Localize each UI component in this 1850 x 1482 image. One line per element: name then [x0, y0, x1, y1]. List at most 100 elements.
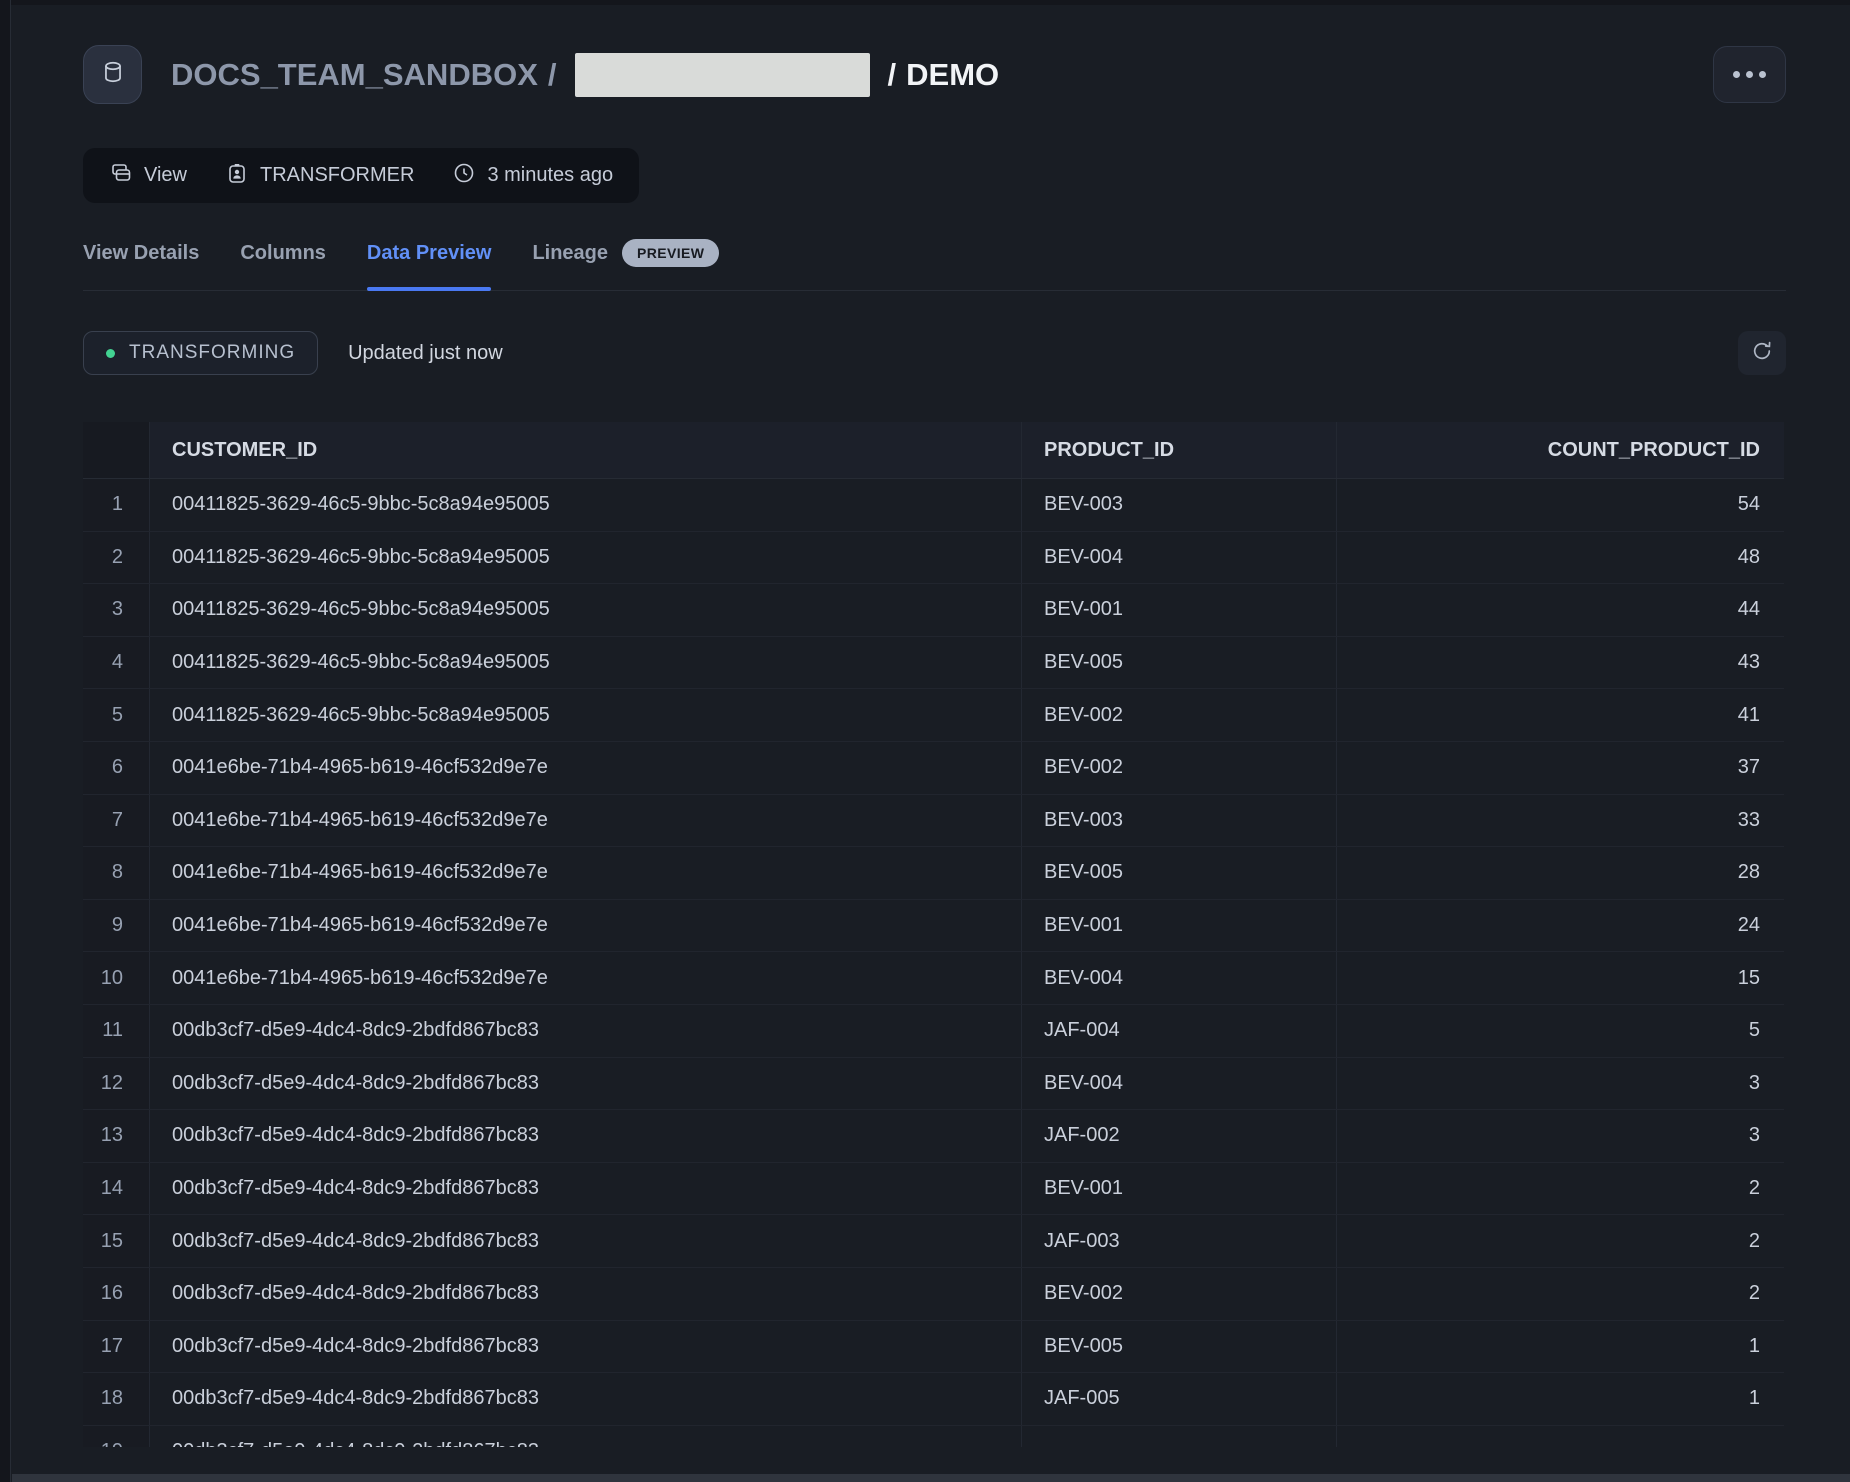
row-number-cell: 5 — [83, 689, 150, 741]
tab-lineage[interactable]: Lineage PREVIEW — [532, 236, 719, 290]
table-row: 4 00411825-3629-46c5-9bbc-5c8a94e95005 B… — [83, 637, 1784, 690]
product-id-cell: JAF-005 — [1022, 1373, 1337, 1425]
customer-id-cell: 0041e6be-71b4-4965-b619-46cf532d9e7e — [150, 847, 1022, 899]
customer-id-cell: 00db3cf7-d5e9-4dc4-8dc9-2bdfd867bc83 — [150, 1058, 1022, 1110]
product-id-cell: BEV-001 — [1022, 584, 1337, 636]
product-id-cell: BEV-004 — [1022, 1058, 1337, 1110]
count-cell: 2 — [1337, 1163, 1784, 1215]
tab-columns[interactable]: Columns — [240, 236, 326, 290]
table-row: 7 0041e6be-71b4-4965-b619-46cf532d9e7e B… — [83, 795, 1784, 848]
product-id-header: PRODUCT_ID — [1022, 422, 1337, 478]
object-meta-bar: View TRANSFORMER 3 minutes ago — [83, 148, 639, 203]
refresh-button[interactable] — [1738, 331, 1786, 375]
customer-id-cell: 00db3cf7-d5e9-4dc4-8dc9-2bdfd867bc83 — [150, 1426, 1022, 1447]
table-row: 15 00db3cf7-d5e9-4dc4-8dc9-2bdfd867bc83 … — [83, 1215, 1784, 1268]
customer-id-cell: 00db3cf7-d5e9-4dc4-8dc9-2bdfd867bc83 — [150, 1110, 1022, 1162]
row-number-cell: 1 — [83, 479, 150, 531]
tab-data-preview[interactable]: Data Preview — [367, 236, 492, 290]
page-title: DOCS_TEAM_SANDBOX / / DEMO — [171, 53, 999, 97]
count-cell: 33 — [1337, 795, 1784, 847]
row-number-cell: 17 — [83, 1321, 150, 1373]
table-row: 5 00411825-3629-46c5-9bbc-5c8a94e95005 B… — [83, 689, 1784, 742]
product-id-cell: BEV-003 — [1022, 795, 1337, 847]
product-id-cell: JAF-002 — [1022, 1110, 1337, 1162]
table-row: 9 0041e6be-71b4-4965-b619-46cf532d9e7e B… — [83, 900, 1784, 953]
table-row: 17 00db3cf7-d5e9-4dc4-8dc9-2bdfd867bc83 … — [83, 1321, 1784, 1374]
product-id-cell: BEV-004 — [1022, 532, 1337, 584]
table-row: 14 00db3cf7-d5e9-4dc4-8dc9-2bdfd867bc83 … — [83, 1163, 1784, 1216]
customer-id-header: CUSTOMER_ID — [150, 422, 1022, 478]
count-cell: 2 — [1337, 1215, 1784, 1267]
refresh-icon — [1750, 339, 1774, 368]
count-cell: 44 — [1337, 584, 1784, 636]
product-id-cell: BEV-005 — [1022, 847, 1337, 899]
horizontal-scrollbar[interactable] — [12, 1474, 1850, 1482]
clock-icon — [452, 161, 476, 191]
row-number-cell: 11 — [83, 1005, 150, 1057]
customer-id-cell: 00411825-3629-46c5-9bbc-5c8a94e95005 — [150, 637, 1022, 689]
row-number-cell: 8 — [83, 847, 150, 899]
customer-id-cell: 00db3cf7-d5e9-4dc4-8dc9-2bdfd867bc83 — [150, 1215, 1022, 1267]
title-object: DEMO — [906, 57, 999, 93]
row-number-cell: 18 — [83, 1373, 150, 1425]
row-number-cell: 6 — [83, 742, 150, 794]
updated-text: Updated just now — [348, 342, 503, 365]
row-number-header — [83, 422, 150, 478]
customer-id-cell: 0041e6be-71b4-4965-b619-46cf532d9e7e — [150, 952, 1022, 1004]
status-badge-label: TRANSFORMING — [129, 342, 295, 364]
product-id-cell: BEV-003 — [1022, 479, 1337, 531]
status-row: TRANSFORMING Updated just now — [83, 330, 1786, 376]
table-row: 8 0041e6be-71b4-4965-b619-46cf532d9e7e B… — [83, 847, 1784, 900]
row-number-cell: 15 — [83, 1215, 150, 1267]
view-layers-icon — [109, 161, 133, 191]
status-green-dot-icon — [106, 349, 115, 358]
panel-left-edge — [0, 0, 11, 1482]
product-id-cell: BEV-002 — [1022, 742, 1337, 794]
table-row: 3 00411825-3629-46c5-9bbc-5c8a94e95005 B… — [83, 584, 1784, 637]
object-type-chip: View — [109, 161, 187, 191]
product-id-cell: BEV-001 — [1022, 1163, 1337, 1215]
more-actions-button[interactable] — [1713, 46, 1786, 103]
tab-view-details[interactable]: View Details — [83, 236, 199, 290]
redacted-schema-name — [575, 53, 870, 97]
table-row: 11 00db3cf7-d5e9-4dc4-8dc9-2bdfd867bc83 … — [83, 1005, 1784, 1058]
count-cell: 1 — [1337, 1321, 1784, 1373]
table-row: 19 00db3cf7-d5e9-4dc4-8dc9-2bdfd867bc83 — [83, 1426, 1784, 1447]
row-number-cell: 3 — [83, 584, 150, 636]
customer-id-cell: 0041e6be-71b4-4965-b619-46cf532d9e7e — [150, 742, 1022, 794]
product-id-cell: BEV-005 — [1022, 637, 1337, 689]
count-cell: 1 — [1337, 1373, 1784, 1425]
title-database: DOCS_TEAM_SANDBOX — [171, 57, 538, 93]
count-cell: 2 — [1337, 1268, 1784, 1320]
count-cell: 24 — [1337, 900, 1784, 952]
product-id-cell: BEV-001 — [1022, 900, 1337, 952]
count-cell: 48 — [1337, 532, 1784, 584]
object-type-label: View — [144, 164, 187, 187]
tab-bar: View Details Columns Data Preview Lineag… — [83, 236, 1786, 291]
customer-id-cell: 00411825-3629-46c5-9bbc-5c8a94e95005 — [150, 584, 1022, 636]
active-tab-underline — [367, 287, 492, 291]
customer-id-cell: 00db3cf7-d5e9-4dc4-8dc9-2bdfd867bc83 — [150, 1163, 1022, 1215]
table-row: 12 00db3cf7-d5e9-4dc4-8dc9-2bdfd867bc83 … — [83, 1058, 1784, 1111]
status-badge: TRANSFORMING — [83, 331, 318, 375]
product-id-cell: BEV-005 — [1022, 1321, 1337, 1373]
count-cell: 3 — [1337, 1058, 1784, 1110]
row-number-cell: 13 — [83, 1110, 150, 1162]
object-age-label: 3 minutes ago — [487, 164, 613, 187]
count-product-id-header: COUNT_PRODUCT_ID — [1337, 422, 1784, 478]
object-role-chip: TRANSFORMER — [225, 161, 414, 191]
row-number-cell: 10 — [83, 952, 150, 1004]
row-number-cell: 16 — [83, 1268, 150, 1320]
row-number-cell: 14 — [83, 1163, 150, 1215]
row-number-cell: 12 — [83, 1058, 150, 1110]
customer-id-cell: 00411825-3629-46c5-9bbc-5c8a94e95005 — [150, 689, 1022, 741]
customer-id-cell: 0041e6be-71b4-4965-b619-46cf532d9e7e — [150, 795, 1022, 847]
title-separator-2: / — [888, 57, 897, 93]
table-row: 2 00411825-3629-46c5-9bbc-5c8a94e95005 B… — [83, 532, 1784, 585]
table-row: 10 0041e6be-71b4-4965-b619-46cf532d9e7e … — [83, 952, 1784, 1005]
customer-id-cell: 00db3cf7-d5e9-4dc4-8dc9-2bdfd867bc83 — [150, 1373, 1022, 1425]
id-badge-icon — [225, 161, 249, 191]
panel-top-edge — [0, 0, 1850, 5]
title-separator-1: / — [548, 57, 557, 93]
product-id-cell: BEV-002 — [1022, 689, 1337, 741]
